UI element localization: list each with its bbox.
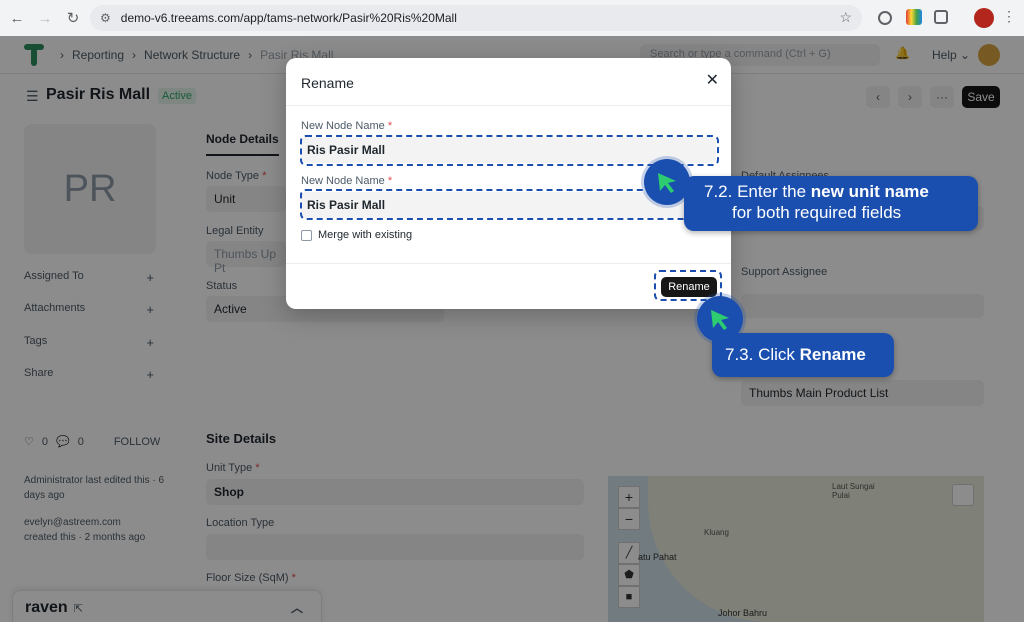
merge-with-existing-checkbox[interactable]: Merge with existing <box>301 229 412 241</box>
forward-icon[interactable]: → <box>34 7 56 29</box>
profile-avatar[interactable] <box>974 8 994 28</box>
close-icon[interactable]: ✕ <box>706 70 719 90</box>
new-node-name-label-2: New Node Name * <box>301 175 393 187</box>
cursor-pointer-icon-2 <box>697 296 743 342</box>
browser-menu-icon[interactable]: ⋮ <box>1002 8 1016 25</box>
dialog-title: Rename <box>286 58 731 106</box>
checkbox-icon[interactable] <box>301 229 312 241</box>
address-bar[interactable]: ⚙ demo-v6.treeams.com/app/tams-network/P… <box>90 5 862 31</box>
step-7-2-callout: 7.2. Enter the new unit name for both re… <box>684 176 978 231</box>
step-7-3-callout: 7.3. Click Rename <box>712 333 894 377</box>
browser-toolbar: ← → ↻ ⚙ demo-v6.treeams.com/app/tams-net… <box>0 0 1024 36</box>
merge-label: Merge with existing <box>318 229 413 241</box>
cursor-pointer-icon <box>644 159 690 205</box>
step-7-3-prefix: 7.3. Click <box>725 345 800 364</box>
bookmark-star-icon[interactable]: ☆ <box>839 9 852 26</box>
extension-icon[interactable] <box>878 11 892 25</box>
step-7-2-line1: 7.2. Enter the new unit name <box>704 182 929 201</box>
step-7-2-line2: for both required fields <box>732 203 902 222</box>
back-icon[interactable]: ← <box>6 7 28 29</box>
reload-icon[interactable]: ↻ <box>62 7 84 29</box>
url-text: demo-v6.treeams.com/app/tams-network/Pas… <box>120 11 457 25</box>
step-7-3-bold: Rename <box>799 345 866 364</box>
new-node-name-label: New Node Name * <box>301 120 393 132</box>
puzzle-icon[interactable] <box>934 10 948 24</box>
site-info-icon[interactable]: ⚙ <box>100 11 111 25</box>
color-extension-icon[interactable] <box>906 9 922 25</box>
